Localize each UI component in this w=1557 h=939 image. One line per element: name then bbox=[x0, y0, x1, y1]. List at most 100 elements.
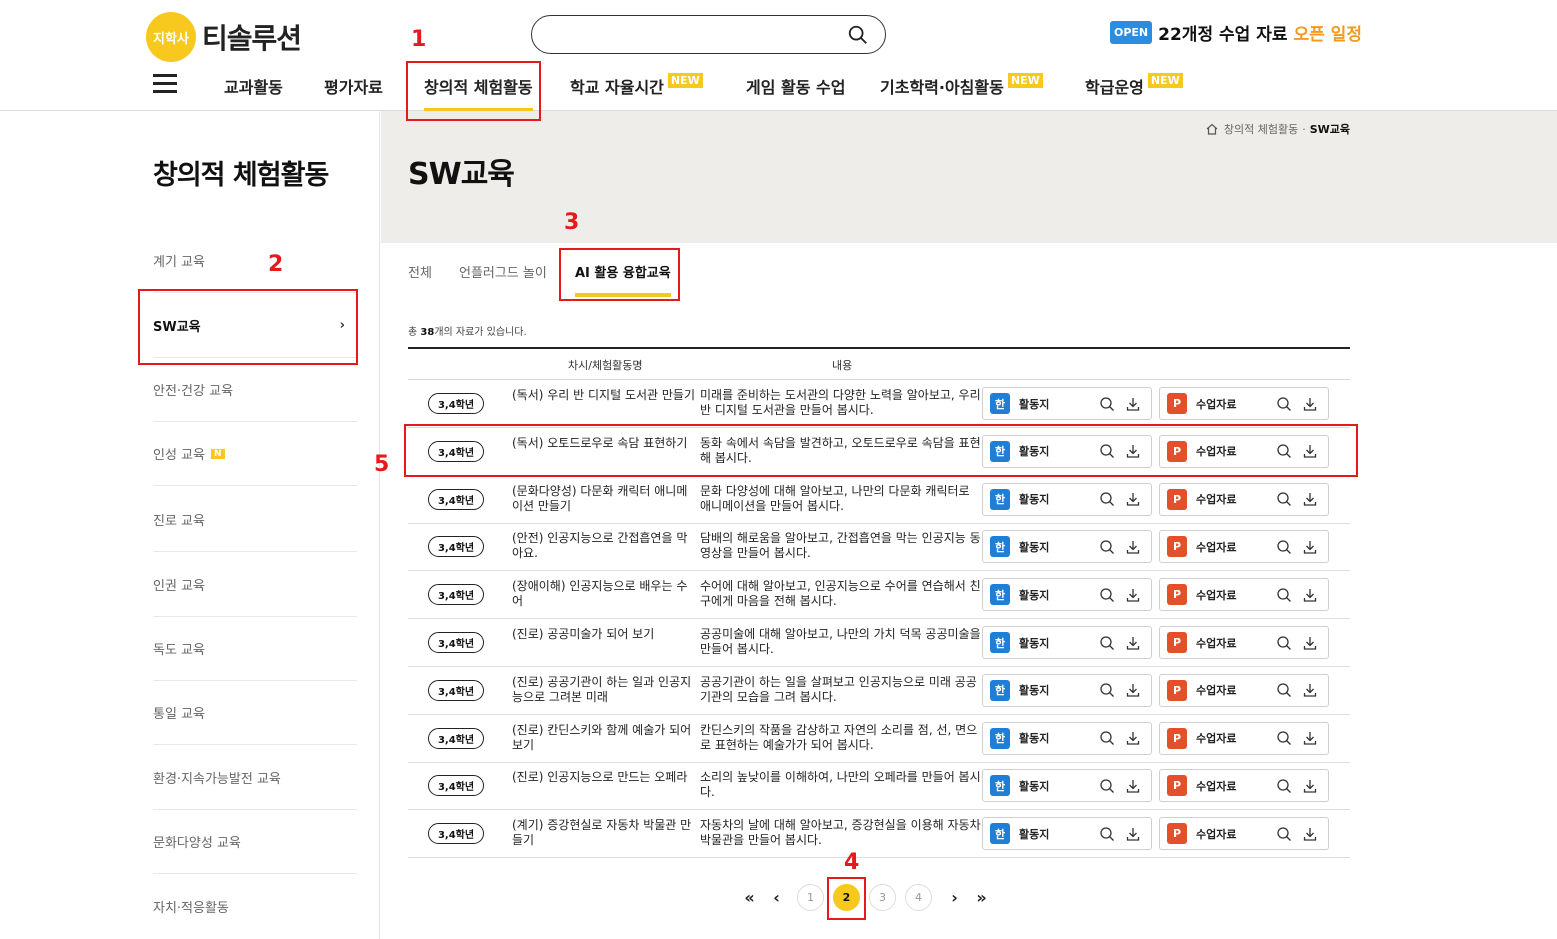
download-icon[interactable] bbox=[1302, 826, 1318, 842]
nav-item-school-autonomy[interactable]: 학교 자율시간 NEW bbox=[570, 72, 703, 98]
preview-icon[interactable] bbox=[1099, 396, 1115, 412]
download-icon[interactable] bbox=[1125, 539, 1141, 555]
first-page-button[interactable]: « bbox=[736, 884, 763, 911]
last-page-button[interactable]: » bbox=[968, 884, 995, 911]
search-icon[interactable] bbox=[847, 24, 869, 46]
sidebar-item-occasion[interactable]: 계기 교육 bbox=[153, 229, 357, 293]
sidebar-item-self-governance[interactable]: 자치·적응활동 bbox=[153, 874, 357, 938]
download-icon[interactable] bbox=[1302, 778, 1318, 794]
tab-unplugged[interactable]: 언플러그드 놀이 bbox=[459, 262, 547, 281]
preview-icon[interactable] bbox=[1099, 682, 1115, 698]
lesson-material-button[interactable]: P 수업자료 bbox=[1159, 673, 1329, 707]
worksheet-button[interactable]: 한 활동지 bbox=[982, 769, 1152, 803]
activity-name[interactable]: (계기) 증강현실로 자동차 박물관 만들기 bbox=[512, 818, 698, 848]
worksheet-button[interactable]: 한 활동지 bbox=[982, 482, 1152, 516]
preview-icon[interactable] bbox=[1099, 635, 1115, 651]
lesson-material-button[interactable]: P 수업자료 bbox=[1159, 769, 1329, 803]
worksheet-button[interactable]: 한 활동지 bbox=[982, 578, 1152, 612]
lesson-material-button[interactable]: P 수업자료 bbox=[1159, 578, 1329, 612]
lesson-material-button[interactable]: P 수업자료 bbox=[1159, 387, 1329, 420]
worksheet-label: 활동지 bbox=[1019, 588, 1050, 602]
preview-icon[interactable] bbox=[1099, 491, 1115, 507]
preview-icon[interactable] bbox=[1099, 826, 1115, 842]
nav-item-assessment[interactable]: 평가자료 bbox=[324, 74, 383, 98]
nav-item-class-management[interactable]: 학급운영 NEW bbox=[1085, 72, 1183, 98]
breadcrumb-parent[interactable]: 창의적 체험활동 bbox=[1224, 121, 1298, 137]
lesson-material-label: 수업자료 bbox=[1196, 779, 1237, 793]
page-4-button[interactable]: 4 bbox=[905, 884, 932, 911]
preview-icon[interactable] bbox=[1276, 587, 1292, 603]
download-icon[interactable] bbox=[1125, 778, 1141, 794]
open-schedule-link[interactable]: OPEN 22개정 수업 자료 오픈 일정 bbox=[1110, 20, 1362, 45]
menu-icon[interactable] bbox=[153, 74, 177, 94]
download-icon[interactable] bbox=[1125, 396, 1141, 412]
page-3-button[interactable]: 3 bbox=[869, 884, 896, 911]
lesson-material-button[interactable]: P 수업자료 bbox=[1159, 626, 1329, 659]
activity-name[interactable]: (안전) 인공지능으로 간접흡연을 막아요. bbox=[512, 531, 698, 561]
activity-name[interactable]: (진로) 칸딘스키와 함께 예술가 되어 보기 bbox=[512, 723, 698, 753]
download-icon[interactable] bbox=[1302, 635, 1318, 651]
activity-name[interactable]: (독서) 우리 반 디지털 도서관 만들기 bbox=[512, 388, 698, 403]
worksheet-button[interactable]: 한 활동지 bbox=[982, 387, 1152, 420]
search-input[interactable] bbox=[531, 15, 886, 54]
next-page-button[interactable]: › bbox=[941, 884, 968, 911]
lesson-material-button[interactable]: P 수업자료 bbox=[1159, 817, 1329, 851]
nav-item-game-lessons[interactable]: 게임 활동 수업 bbox=[746, 74, 845, 98]
download-icon[interactable] bbox=[1125, 587, 1141, 603]
download-icon[interactable] bbox=[1302, 491, 1318, 507]
sidebar-item-safety[interactable]: 안전·건강 교육 bbox=[153, 358, 357, 422]
download-icon[interactable] bbox=[1125, 730, 1141, 746]
home-icon[interactable] bbox=[1206, 123, 1218, 135]
tab-all[interactable]: 전체 bbox=[408, 262, 432, 281]
worksheet-button[interactable]: 한 활동지 bbox=[982, 817, 1152, 851]
activity-name[interactable]: (진로) 인공지능으로 만드는 오페라 bbox=[512, 770, 698, 785]
lesson-material-button[interactable]: P 수업자료 bbox=[1159, 482, 1329, 516]
site-logo[interactable]: 지학사 티솔루션 bbox=[146, 12, 302, 62]
preview-icon[interactable] bbox=[1276, 635, 1292, 651]
download-icon[interactable] bbox=[1125, 682, 1141, 698]
download-icon[interactable] bbox=[1125, 635, 1141, 651]
nav-item-curriculum[interactable]: 교과활동 bbox=[224, 74, 283, 98]
download-icon[interactable] bbox=[1302, 539, 1318, 555]
preview-icon[interactable] bbox=[1276, 682, 1292, 698]
worksheet-button[interactable]: 한 활동지 bbox=[982, 673, 1152, 707]
worksheet-label: 활동지 bbox=[1019, 540, 1050, 554]
lesson-material-button[interactable]: P 수업자료 bbox=[1159, 721, 1329, 755]
worksheet-label: 활동지 bbox=[1019, 684, 1050, 698]
preview-icon[interactable] bbox=[1276, 730, 1292, 746]
sidebar-item-dokdo[interactable]: 독도 교육 bbox=[153, 617, 357, 681]
lesson-material-button[interactable]: P 수업자료 bbox=[1159, 530, 1329, 564]
preview-icon[interactable] bbox=[1276, 539, 1292, 555]
activity-name[interactable]: (진로) 공공미술가 되어 보기 bbox=[512, 627, 698, 642]
preview-icon[interactable] bbox=[1099, 539, 1115, 555]
preview-icon[interactable] bbox=[1276, 396, 1292, 412]
download-icon[interactable] bbox=[1302, 587, 1318, 603]
worksheet-button[interactable]: 한 활동지 bbox=[982, 530, 1152, 564]
download-icon[interactable] bbox=[1302, 730, 1318, 746]
preview-icon[interactable] bbox=[1276, 778, 1292, 794]
preview-icon[interactable] bbox=[1099, 587, 1115, 603]
sidebar-item-unification[interactable]: 통일 교육 bbox=[153, 681, 357, 745]
worksheet-button[interactable]: 한 활동지 bbox=[982, 721, 1152, 755]
sidebar-item-character[interactable]: 인성 교육 N bbox=[153, 422, 357, 486]
download-icon[interactable] bbox=[1302, 682, 1318, 698]
sidebar-item-cultural-diversity[interactable]: 문화다양성 교육 bbox=[153, 810, 357, 874]
download-icon[interactable] bbox=[1125, 491, 1141, 507]
activity-name[interactable]: (문화다양성) 다문화 캐릭터 애니메이션 만들기 bbox=[512, 484, 698, 514]
preview-icon[interactable] bbox=[1099, 730, 1115, 746]
worksheet-button[interactable]: 한 활동지 bbox=[982, 626, 1152, 659]
activity-name[interactable]: (장애이해) 인공지능으로 배우는 수어 bbox=[512, 579, 698, 609]
activity-name[interactable]: (진로) 공공기관이 하는 일과 인공지능으로 그려본 미래 bbox=[512, 675, 698, 705]
preview-icon[interactable] bbox=[1099, 778, 1115, 794]
page-1-button[interactable]: 1 bbox=[797, 884, 824, 911]
prev-page-button[interactable]: ‹ bbox=[763, 884, 790, 911]
download-icon[interactable] bbox=[1302, 396, 1318, 412]
preview-icon[interactable] bbox=[1276, 491, 1292, 507]
preview-icon[interactable] bbox=[1276, 826, 1292, 842]
download-icon[interactable] bbox=[1125, 826, 1141, 842]
sidebar-item-environment[interactable]: 환경·지속가능발전 교육 bbox=[153, 746, 357, 810]
hwp-file-icon: 한 bbox=[990, 536, 1010, 558]
sidebar-item-career[interactable]: 진로 교육 bbox=[153, 488, 357, 552]
sidebar-item-human-rights[interactable]: 인권 교육 bbox=[153, 553, 357, 617]
nav-item-basic-literacy[interactable]: 기초학력·아침활동 NEW bbox=[880, 72, 1043, 98]
